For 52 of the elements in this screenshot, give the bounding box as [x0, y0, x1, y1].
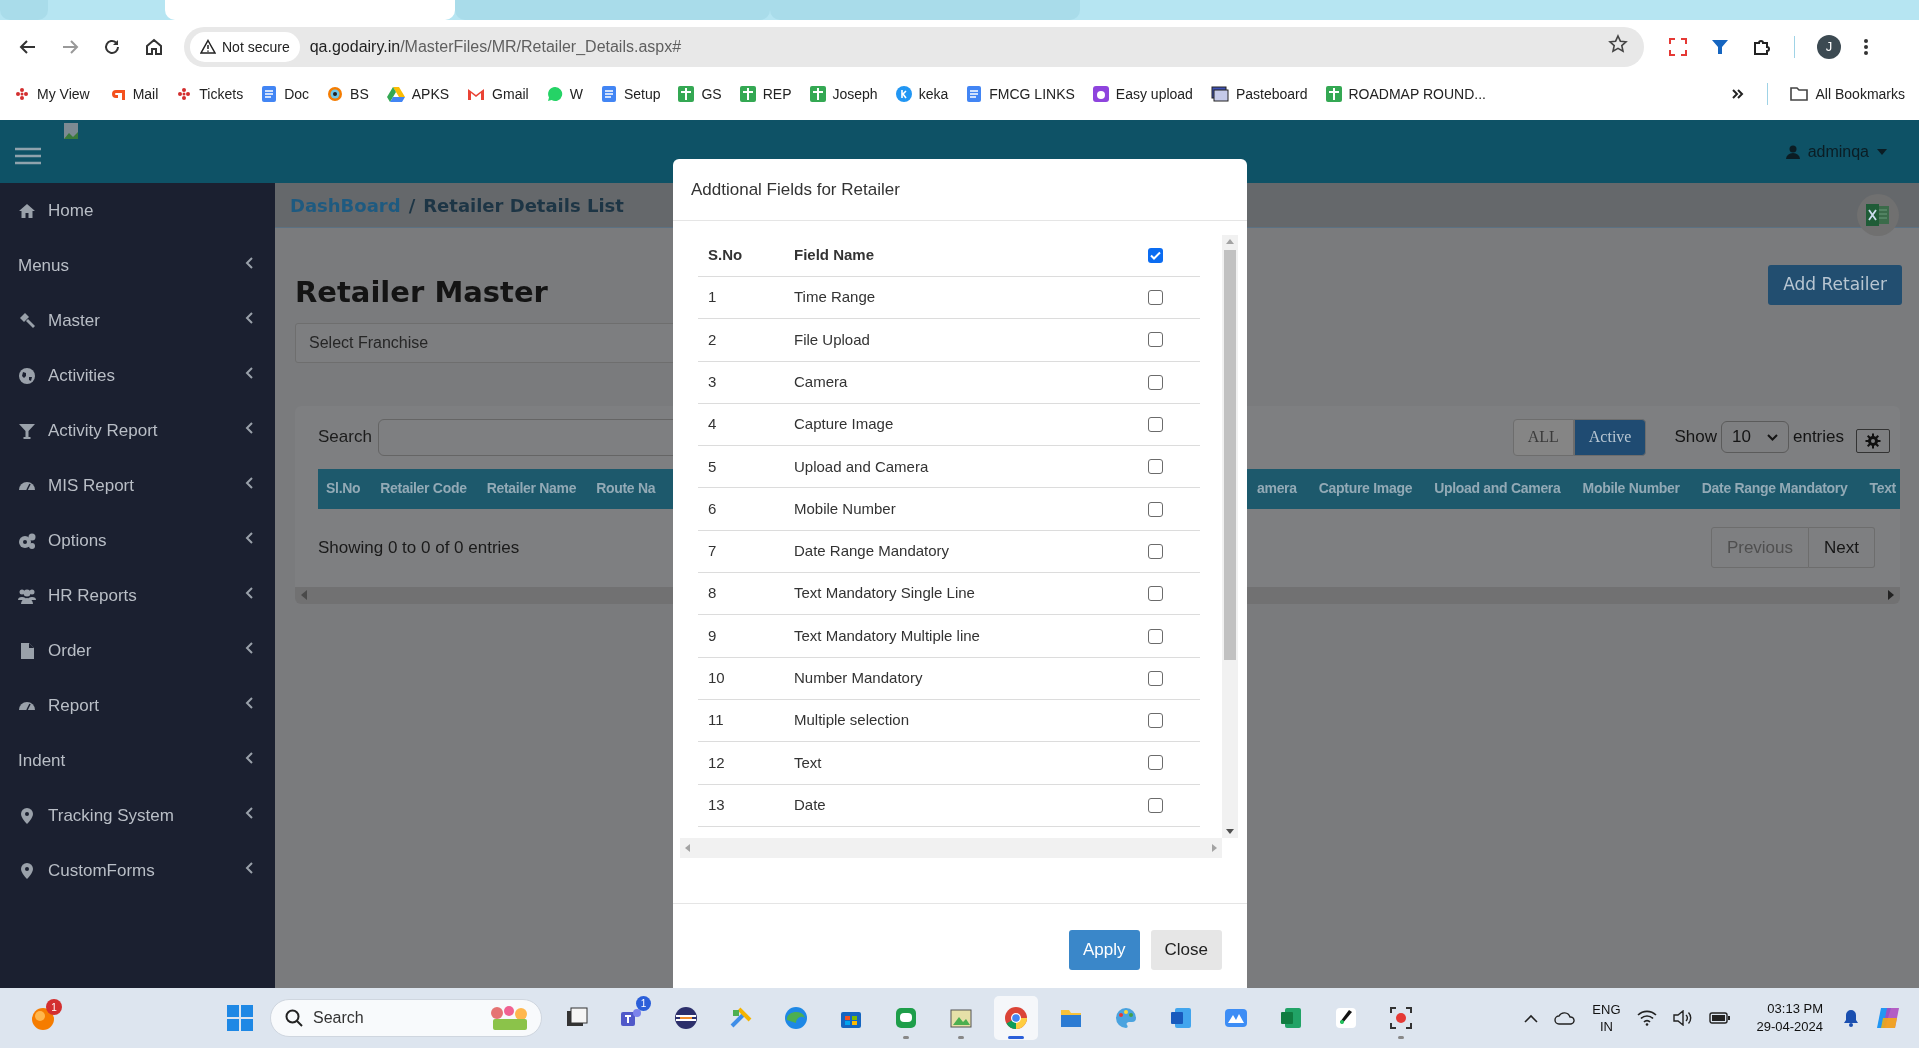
sidebar-label: Tracking System — [48, 804, 174, 827]
sidebar-label: Indent — [18, 749, 66, 772]
table-cell-text: 8 — [707, 583, 718, 604]
notification-badge: 1 — [46, 999, 62, 1015]
table-cell-text: 2 — [707, 329, 718, 350]
table-cell-text: Text Mandatory Multiple line — [794, 625, 981, 646]
page-title: Retailer Master — [295, 274, 548, 311]
table-cell-text: Date Range Mandatory — [794, 541, 951, 562]
notification-badge: 1 — [636, 996, 651, 1011]
table-cell-text: 5 — [707, 456, 718, 477]
table-cell-text: 3 — [707, 372, 718, 392]
column-header: S.No — [707, 245, 744, 266]
table-cell-text: Text Mandatory Single Line — [794, 583, 976, 604]
sidebar-label: Report — [48, 694, 100, 717]
url-text: qa.godairy.in/MasterFiles/MR/Retailer_Details.aspx# — [309, 37, 682, 57]
search-label: Search — [318, 426, 372, 449]
table-cell-text: Number Mandatory — [794, 668, 924, 689]
sidebar-label: Menus — [18, 254, 70, 277]
table-cell-text: File Upload — [794, 329, 871, 350]
sidebar-label: Activities — [48, 364, 116, 387]
table-cell-text: Mobile Number — [794, 498, 897, 519]
table-cell-text: 11 — [707, 710, 725, 731]
table-cell-text: Time Range — [794, 287, 877, 308]
modal-title: Addtional Fields for Retailer — [691, 178, 900, 201]
sidebar-label: CustomForms — [48, 859, 155, 882]
table-cell-text: 13 — [707, 794, 726, 815]
column-header: Field Name — [794, 245, 876, 266]
table-cell-text: 1 — [707, 287, 718, 308]
table-cell-text: 4 — [707, 414, 718, 435]
breadcrumb-separator: / — [408, 193, 416, 218]
sidebar-label: Master — [48, 309, 100, 332]
table-cell-text: 6 — [707, 498, 718, 519]
table-cell-text: 9 — [707, 625, 718, 646]
sidebar-label: MIS Report — [48, 474, 134, 497]
sidebar-label: Order — [48, 639, 92, 662]
table-cell-text: 12 — [707, 752, 726, 773]
table-cell-text: Upload and Camera — [794, 456, 930, 477]
table-cell-text: Text — [794, 752, 823, 773]
entries-label: entries — [1792, 426, 1844, 449]
table-info: Showing 0 to 0 of 0 entries — [318, 536, 520, 559]
sidebar-label: Home — [48, 199, 94, 222]
breadcrumb-current: Retailer Details List — [423, 193, 624, 218]
sidebar-label: HR Reports — [48, 584, 137, 607]
table-cell-text: Date — [794, 794, 827, 815]
table-cell-text: Camera — [794, 372, 849, 392]
show-label: Show — [1674, 426, 1717, 449]
table-cell-text: Capture Image — [794, 414, 895, 435]
sidebar-label: Activity Report — [48, 419, 158, 442]
table-cell-text: 10 — [707, 668, 726, 689]
table-cell-text: Multiple selection — [794, 710, 911, 731]
table-cell-text: 7 — [707, 541, 718, 562]
sidebar-label: Options — [48, 529, 107, 552]
